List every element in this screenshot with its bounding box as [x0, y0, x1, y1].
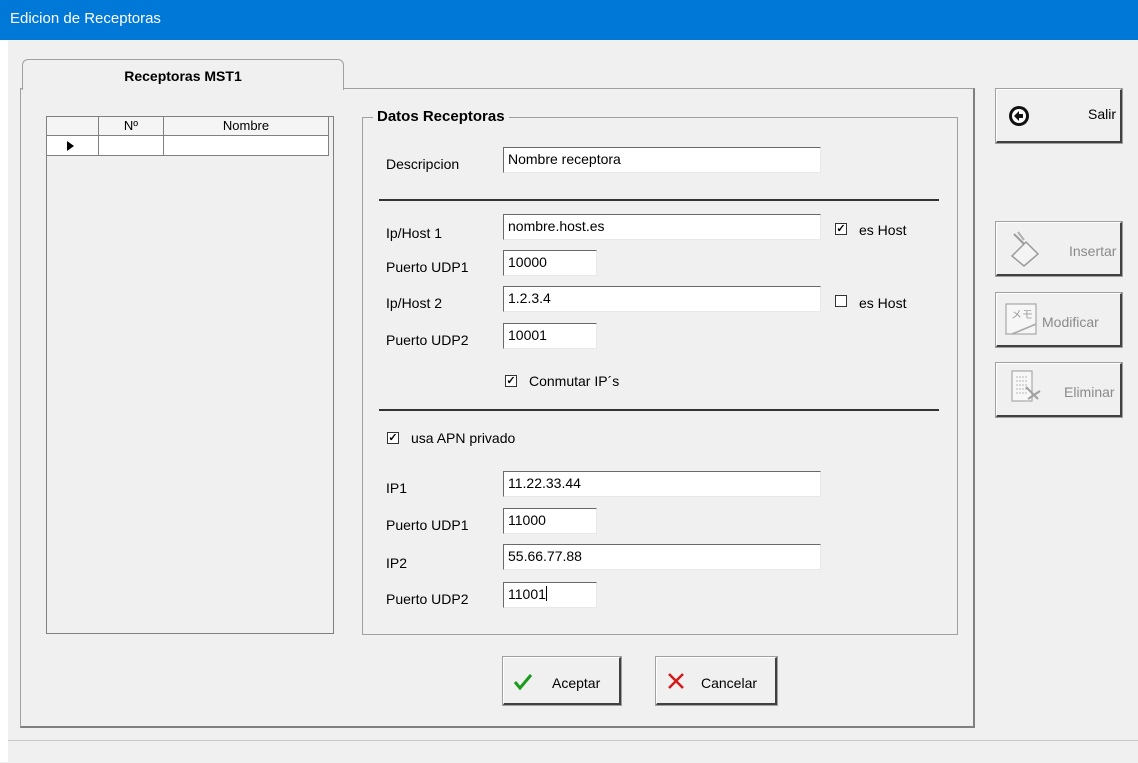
iphost1-label: Ip/Host 1	[386, 225, 443, 241]
conmutar-checkbox[interactable]: ✓	[505, 375, 517, 387]
svg-text:メモ: メモ	[1011, 308, 1033, 321]
puerto-udp2-label: Puerto UDP2	[386, 332, 469, 348]
check-icon: ✓	[388, 432, 398, 444]
grid-cell-nombre[interactable]	[164, 136, 329, 156]
aceptar-label: Aceptar	[552, 675, 601, 691]
salir-label: Salir	[1088, 106, 1117, 122]
ip1-input[interactable]: 11.22.33.44	[503, 471, 821, 497]
insert-record-icon	[1010, 231, 1040, 267]
insertar-label: Insertar	[1069, 243, 1117, 259]
cancelar-button[interactable]: Cancelar	[655, 656, 778, 706]
apn-udp2-input[interactable]: 11001	[503, 582, 597, 608]
delete-record-icon	[1011, 370, 1041, 402]
ip1-label: IP1	[386, 480, 408, 496]
edit-record-icon: メモ	[1005, 303, 1037, 335]
apn-label: usa APN privado	[411, 430, 516, 446]
apn-udp2-label: Puerto UDP2	[386, 591, 469, 607]
group-title: Datos Receptoras	[373, 108, 509, 125]
es-host1-checkbox[interactable]: ✓	[835, 223, 847, 235]
checkmark-icon	[513, 674, 533, 691]
conmutar-label: Conmutar IP´s	[529, 373, 620, 389]
cancelar-label: Cancelar	[701, 675, 758, 691]
aceptar-button[interactable]: Aceptar	[502, 656, 622, 706]
tab-joint	[23, 87, 341, 90]
eliminar-label: Eliminar	[1064, 384, 1115, 400]
divider-top	[379, 199, 939, 201]
modificar-button[interactable]: メモ Modificar	[995, 292, 1123, 348]
puerto-udp1-input[interactable]: 10000	[503, 250, 597, 276]
tab-receptoras[interactable]: Receptoras MST1	[22, 59, 344, 90]
descripcion-label: Descripcion	[386, 156, 460, 172]
descripcion-input[interactable]: Nombre receptora	[503, 147, 821, 173]
text-caret	[545, 586, 547, 601]
salir-button[interactable]: Salir	[995, 88, 1123, 144]
puerto-udp1-label: Puerto UDP1	[386, 259, 469, 275]
es-host1-label: es Host	[859, 222, 907, 238]
apn-udp1-label: Puerto UDP1	[386, 517, 469, 533]
grid-header-num[interactable]: Nº	[99, 117, 164, 136]
tab-label: Receptoras MST1	[124, 68, 242, 84]
ip2-input[interactable]: 55.66.77.88	[503, 544, 821, 570]
apn-checkbox[interactable]: ✓	[387, 432, 399, 444]
grid-header-nombre[interactable]: Nombre	[164, 117, 329, 136]
iphost2-input[interactable]: 1.2.3.4	[503, 286, 821, 312]
cancel-x-icon	[668, 673, 684, 689]
apn-udp1-input[interactable]: 11000	[503, 508, 597, 534]
receptoras-grid[interactable]: Nº Nombre	[46, 116, 334, 634]
divider-bottom	[379, 409, 939, 411]
iphost2-label: Ip/Host 2	[386, 295, 443, 311]
title-bar: Edicion de Receptoras	[0, 0, 1138, 40]
es-host2-checkbox[interactable]	[835, 295, 847, 307]
row-indicator[interactable]	[47, 136, 99, 156]
back-arrow-icon	[1009, 106, 1029, 126]
window-title: Edicion de Receptoras	[10, 10, 161, 27]
window-left-edge	[0, 40, 8, 762]
insertar-button[interactable]: Insertar	[995, 221, 1123, 277]
check-icon: ✓	[506, 375, 516, 387]
puerto-udp2-input[interactable]: 10001	[503, 323, 597, 349]
ip2-label: IP2	[386, 555, 408, 571]
eliminar-button[interactable]: Eliminar	[995, 362, 1123, 418]
es-host2-label: es Host	[859, 295, 907, 311]
modificar-label: Modificar	[1042, 314, 1099, 330]
row-pointer-icon	[67, 141, 74, 151]
grid-cell-num[interactable]	[99, 136, 164, 156]
status-bar	[8, 740, 1138, 763]
iphost1-input[interactable]: nombre.host.es	[503, 214, 821, 240]
check-icon: ✓	[836, 223, 846, 235]
grid-indicator-header	[47, 117, 99, 136]
apn-udp2-value: 11001	[508, 586, 546, 602]
